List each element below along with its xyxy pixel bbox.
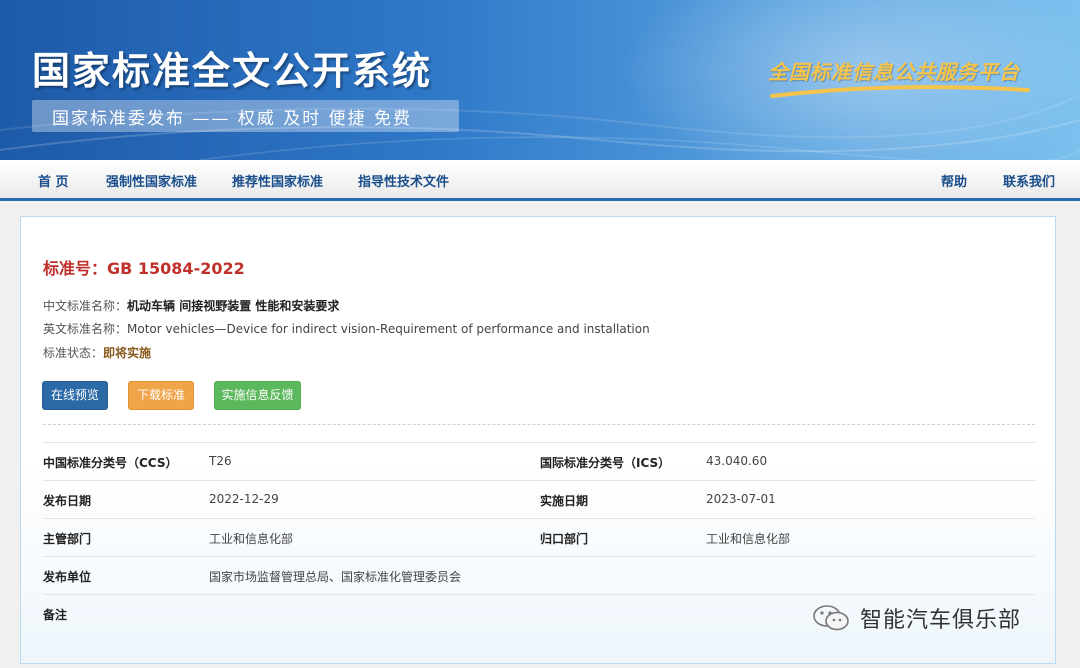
- nav-contact-us[interactable]: 联系我们: [1003, 171, 1055, 190]
- publish-date-label: 发布日期: [43, 494, 92, 508]
- nav-home[interactable]: 首 页: [38, 171, 69, 190]
- cn-name-label: 中文标准名称：: [43, 299, 128, 313]
- effective-date-label: 实施日期: [540, 494, 589, 508]
- slogan-swoosh: [770, 85, 1030, 98]
- standard-detail-card: 标准号：GB 15084-2022 中文标准名称：机动车辆 间接视野装置 性能和…: [20, 216, 1056, 664]
- watermark-text: 智能汽车俱乐部: [860, 608, 1022, 633]
- nav-guidance-documents[interactable]: 指导性技术文件: [358, 171, 449, 190]
- site-banner: 国家标准全文公开系统 国家标准委发布 —— 权威 及时 便捷 免费 全国标准信息…: [0, 0, 1080, 160]
- centralized-dept-value: 工业和信息化部: [706, 532, 791, 546]
- status-label: 标准状态：: [43, 346, 104, 360]
- ccs-value: T26: [209, 454, 232, 468]
- effective-date-value: 2023-07-01: [706, 492, 776, 506]
- table-row: 主管部门 工业和信息化部 归口部门 工业和信息化部: [43, 518, 1035, 556]
- standard-number-title: 标准号：GB 15084-2022: [43, 259, 245, 278]
- nav-help[interactable]: 帮助: [941, 171, 967, 190]
- en-name-line: 英文标准名称：Motor vehicles—Device for indirec…: [43, 320, 650, 337]
- site-title: 国家标准全文公开系统: [32, 49, 433, 93]
- section-divider: [43, 424, 1035, 425]
- publish-date-value: 2022-12-29: [209, 492, 279, 506]
- table-row: 中国标准分类号（CCS） T26 国际标准分类号（ICS） 43.040.60: [43, 442, 1035, 480]
- feedback-button[interactable]: 实施信息反馈: [214, 381, 301, 410]
- competent-dept-label: 主管部门: [43, 532, 92, 546]
- ics-label: 国际标准分类号（ICS）: [540, 456, 671, 470]
- centralized-dept-label: 归口部门: [540, 532, 589, 546]
- issuing-unit-label: 发布单位: [43, 570, 92, 584]
- status-line: 标准状态：即将实施: [43, 344, 151, 361]
- issuing-unit-value: 国家市场监督管理总局、国家标准化管理委员会: [209, 570, 462, 584]
- status-value: 即将实施: [103, 346, 152, 360]
- nav-mandatory-standards[interactable]: 强制性国家标准: [106, 171, 197, 190]
- cn-name-line: 中文标准名称：机动车辆 间接视野装置 性能和安装要求: [43, 297, 339, 314]
- ccs-label: 中国标准分类号（CCS）: [43, 456, 178, 470]
- site-subtitle: 国家标准委发布 —— 权威 及时 便捷 免费: [52, 109, 413, 129]
- download-standard-button[interactable]: 下载标准: [128, 381, 194, 410]
- platform-slogan: 全国标准信息公共服务平台: [768, 60, 1020, 84]
- table-row: 发布单位 国家市场监督管理总局、国家标准化管理委员会: [43, 556, 1035, 594]
- en-name-value: Motor vehicles—Device for indirect visio…: [127, 322, 650, 336]
- nav-recommended-standards[interactable]: 推荐性国家标准: [232, 171, 323, 190]
- watermark: 智能汽车俱乐部: [812, 602, 1021, 634]
- online-preview-button[interactable]: 在线预览: [42, 381, 108, 410]
- competent-dept-value: 工业和信息化部: [209, 532, 294, 546]
- remarks-label: 备注: [43, 608, 68, 622]
- en-name-label: 英文标准名称：: [43, 322, 128, 336]
- main-nav: 首 页 强制性国家标准 推荐性国家标准 指导性技术文件 帮助 联系我们: [0, 160, 1080, 201]
- table-row: 发布日期 2022-12-29 实施日期 2023-07-01: [43, 480, 1035, 518]
- wechat-icon: [813, 605, 849, 631]
- ics-value: 43.040.60: [706, 454, 768, 468]
- cn-name-value: 机动车辆 间接视野装置 性能和安装要求: [127, 299, 340, 313]
